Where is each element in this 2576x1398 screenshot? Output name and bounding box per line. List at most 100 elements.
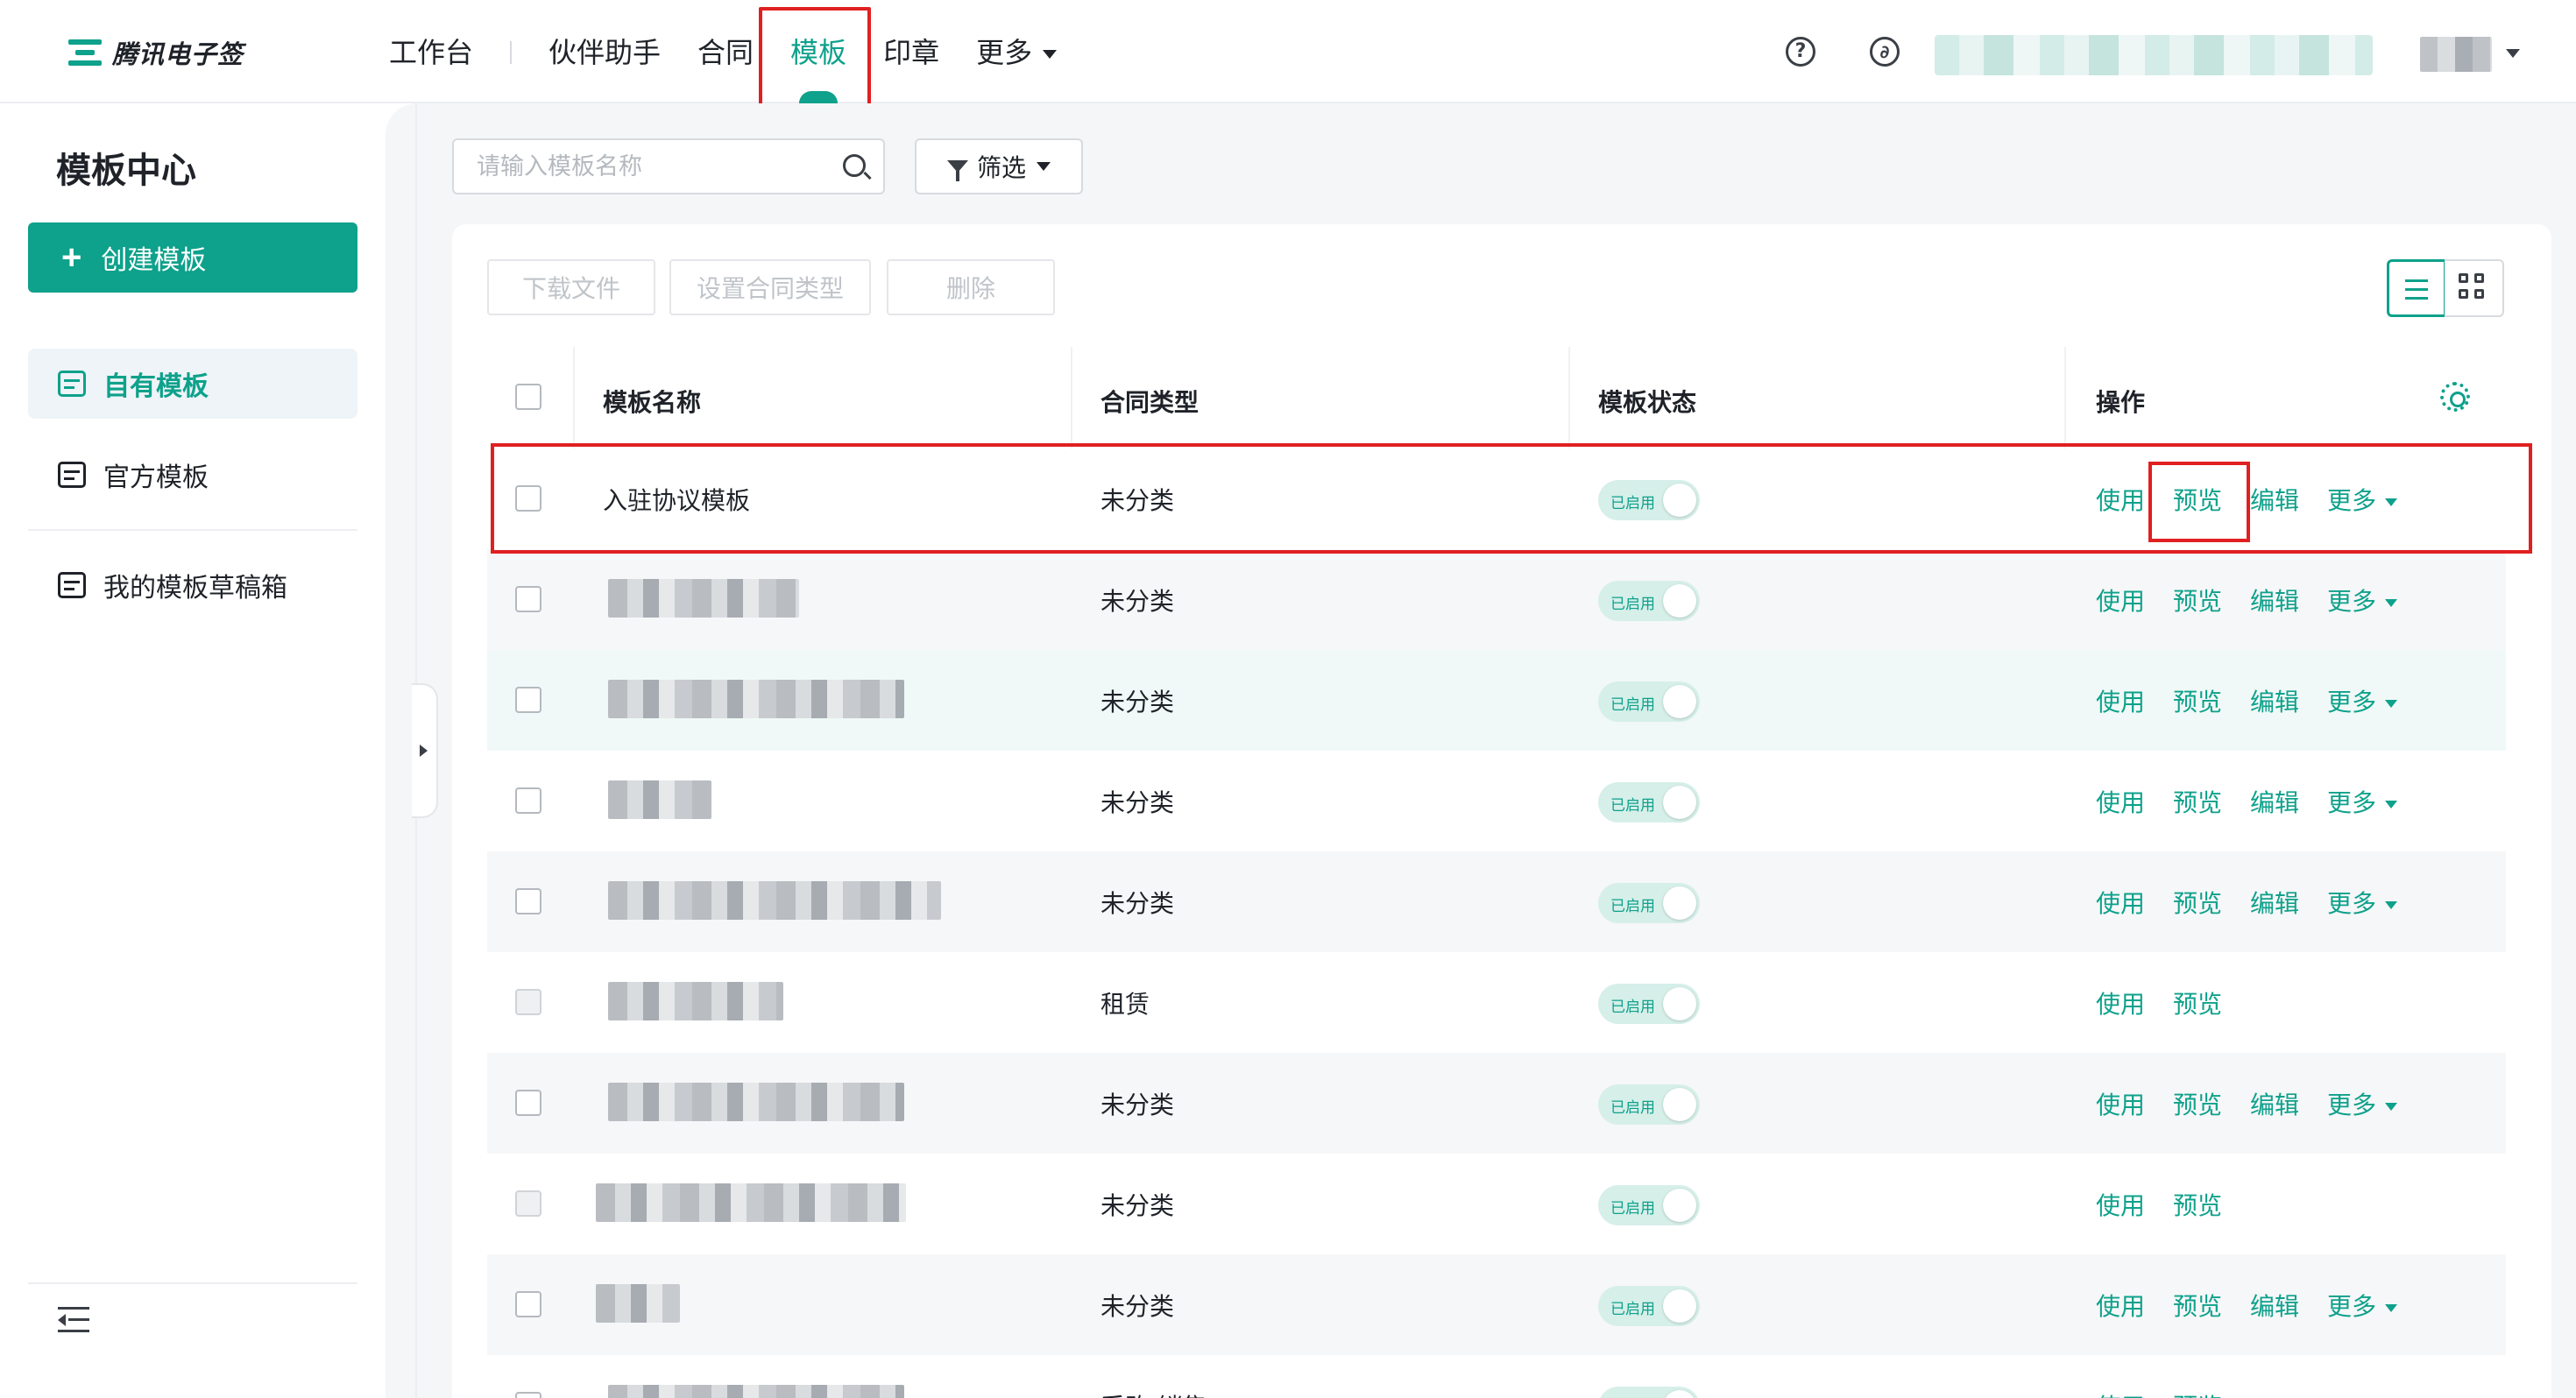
preview-link[interactable]: 预览: [2173, 784, 2222, 819]
preview-link[interactable]: 预览: [2173, 1086, 2222, 1121]
use-link[interactable]: 使用: [2096, 784, 2145, 819]
account-name-redacted[interactable]: [1935, 35, 2373, 75]
contract-type: 未分类: [1100, 889, 1175, 918]
edit-link[interactable]: 编辑: [2250, 582, 2299, 618]
preview-link[interactable]: 预览: [2173, 1388, 2222, 1398]
more-dropdown[interactable]: 更多: [2327, 784, 2398, 819]
search-input[interactable]: [452, 138, 885, 194]
row-checkbox[interactable]: [515, 586, 541, 612]
list-view-toggle[interactable]: [2387, 259, 2446, 317]
use-link[interactable]: 使用: [2096, 885, 2145, 920]
template-name-redacted: [608, 780, 711, 819]
collapse-menu-icon[interactable]: [58, 1307, 89, 1333]
create-template-button[interactable]: + 创建模板: [28, 222, 357, 293]
sidebar-item-official-templates[interactable]: 官方模板: [28, 440, 357, 510]
row-checkbox[interactable]: [515, 1392, 541, 1398]
help-icon[interactable]: ?: [1786, 37, 1815, 67]
row-checkbox[interactable]: [515, 687, 541, 713]
table-row[interactable]: 未分类 已启用 使用 预览 编辑 更多: [487, 751, 2506, 851]
table-row[interactable]: 入驻协议模板 未分类 已启用 使用 预览 编辑 更多: [487, 448, 2506, 549]
status-toggle[interactable]: 已启用: [1598, 1185, 1700, 1225]
edit-link[interactable]: 编辑: [2250, 784, 2299, 819]
template-name-redacted: [608, 680, 904, 718]
row-checkbox[interactable]: [515, 1090, 541, 1116]
nav-item-template[interactable]: 模板: [790, 26, 846, 103]
sidebar: 模板中心 + 创建模板 自有模板 官方模板 我的模板草稿箱: [0, 103, 386, 1398]
use-link[interactable]: 使用: [2096, 582, 2145, 618]
preview-link[interactable]: 预览: [2173, 1187, 2222, 1222]
status-toggle[interactable]: 已启用: [1598, 1286, 1700, 1326]
table-row[interactable]: 未分类 已启用 使用 预览 编辑 更多: [487, 650, 2506, 751]
grid-view-toggle[interactable]: [2445, 259, 2504, 317]
table-row[interactable]: 未分类 已启用 使用 预览 编辑 更多: [487, 851, 2506, 952]
contract-type: 未分类: [1100, 788, 1175, 817]
nav-item-contract[interactable]: 合同: [697, 26, 754, 79]
more-dropdown[interactable]: 更多: [2327, 1288, 2398, 1323]
status-toggle[interactable]: 已启用: [1598, 681, 1700, 722]
preview-link[interactable]: 预览: [2173, 985, 2222, 1020]
sidebar-item-template-drafts[interactable]: 我的模板草稿箱: [28, 550, 357, 620]
more-dropdown[interactable]: 更多: [2327, 482, 2398, 517]
status-toggle[interactable]: 已启用: [1598, 480, 1700, 520]
column-divider: [1071, 347, 1072, 448]
nav-item-partner-assistant[interactable]: 伙伴助手: [548, 26, 661, 79]
use-link[interactable]: 使用: [2096, 683, 2145, 718]
download-file-button[interactable]: 下载文件: [487, 259, 655, 315]
app-logo[interactable]: 腾讯电子签: [68, 33, 244, 72]
status-toggle[interactable]: 已启用: [1598, 581, 1700, 621]
set-contract-type-button[interactable]: 设置合同类型: [669, 259, 871, 315]
avatar[interactable]: [2420, 37, 2492, 72]
table-row[interactable]: 未分类 已启用 使用 预览 编辑 更多: [487, 1053, 2506, 1154]
table-row[interactable]: 采购/销售 已启用 使用 预览: [487, 1355, 2506, 1398]
account-chevron-down-icon[interactable]: [2506, 49, 2520, 58]
select-all-checkbox[interactable]: [515, 384, 541, 410]
more-dropdown[interactable]: 更多: [2327, 885, 2398, 920]
preview-link[interactable]: 预览: [2173, 582, 2222, 618]
table-row[interactable]: 未分类 已启用 使用 预览: [487, 1154, 2506, 1254]
sidebar-expand-toggle[interactable]: [412, 683, 438, 818]
table-row[interactable]: 未分类 已启用 使用 预览 编辑 更多: [487, 549, 2506, 650]
more-dropdown[interactable]: 更多: [2327, 683, 2398, 718]
edit-link[interactable]: 编辑: [2250, 1288, 2299, 1323]
filter-button[interactable]: 筛选: [915, 138, 1083, 194]
chevron-down-icon: [2385, 800, 2398, 808]
row-checkbox[interactable]: [515, 1291, 541, 1317]
nav-item-workbench[interactable]: 工作台: [389, 26, 473, 79]
use-link[interactable]: 使用: [2096, 1388, 2145, 1398]
preview-link[interactable]: 预览: [2173, 885, 2222, 920]
nav-item-seal[interactable]: 印章: [883, 26, 939, 79]
status-toggle[interactable]: 已启用: [1598, 1387, 1700, 1398]
delete-button[interactable]: 删除: [887, 259, 1055, 315]
row-checkbox[interactable]: [515, 485, 541, 512]
search-icon[interactable]: [843, 154, 866, 177]
status-toggle[interactable]: 已启用: [1598, 984, 1700, 1024]
preview-link[interactable]: 预览: [2173, 1288, 2222, 1323]
sidebar-item-own-templates[interactable]: 自有模板: [28, 349, 357, 419]
column-settings-gear-icon[interactable]: [2440, 382, 2470, 412]
status-toggle[interactable]: 已启用: [1598, 883, 1700, 923]
status-label: 已启用: [1610, 1099, 1655, 1117]
use-link[interactable]: 使用: [2096, 1288, 2145, 1323]
nav-separator: [510, 41, 513, 64]
more-dropdown[interactable]: 更多: [2327, 582, 2398, 618]
edit-link[interactable]: 编辑: [2250, 1086, 2299, 1121]
link-icon[interactable]: ∂: [1870, 37, 1900, 67]
table-row[interactable]: 未分类 已启用 使用 预览 编辑 更多: [487, 1254, 2506, 1355]
contract-type: 未分类: [1100, 486, 1175, 515]
more-dropdown[interactable]: 更多: [2327, 1086, 2398, 1121]
edit-link[interactable]: 编辑: [2250, 683, 2299, 718]
status-toggle[interactable]: 已启用: [1598, 1084, 1700, 1125]
preview-link[interactable]: 预览: [2173, 482, 2222, 517]
use-link[interactable]: 使用: [2096, 985, 2145, 1020]
nav-item-more[interactable]: 更多: [976, 26, 1058, 79]
use-link[interactable]: 使用: [2096, 1187, 2145, 1222]
use-link[interactable]: 使用: [2096, 482, 2145, 517]
table-row[interactable]: 租赁 已启用 使用 预览: [487, 952, 2506, 1053]
use-link[interactable]: 使用: [2096, 1086, 2145, 1121]
edit-link[interactable]: 编辑: [2250, 482, 2299, 517]
status-toggle[interactable]: 已启用: [1598, 782, 1700, 823]
preview-link[interactable]: 预览: [2173, 683, 2222, 718]
edit-link[interactable]: 编辑: [2250, 885, 2299, 920]
row-checkbox[interactable]: [515, 888, 541, 914]
row-checkbox[interactable]: [515, 787, 541, 814]
